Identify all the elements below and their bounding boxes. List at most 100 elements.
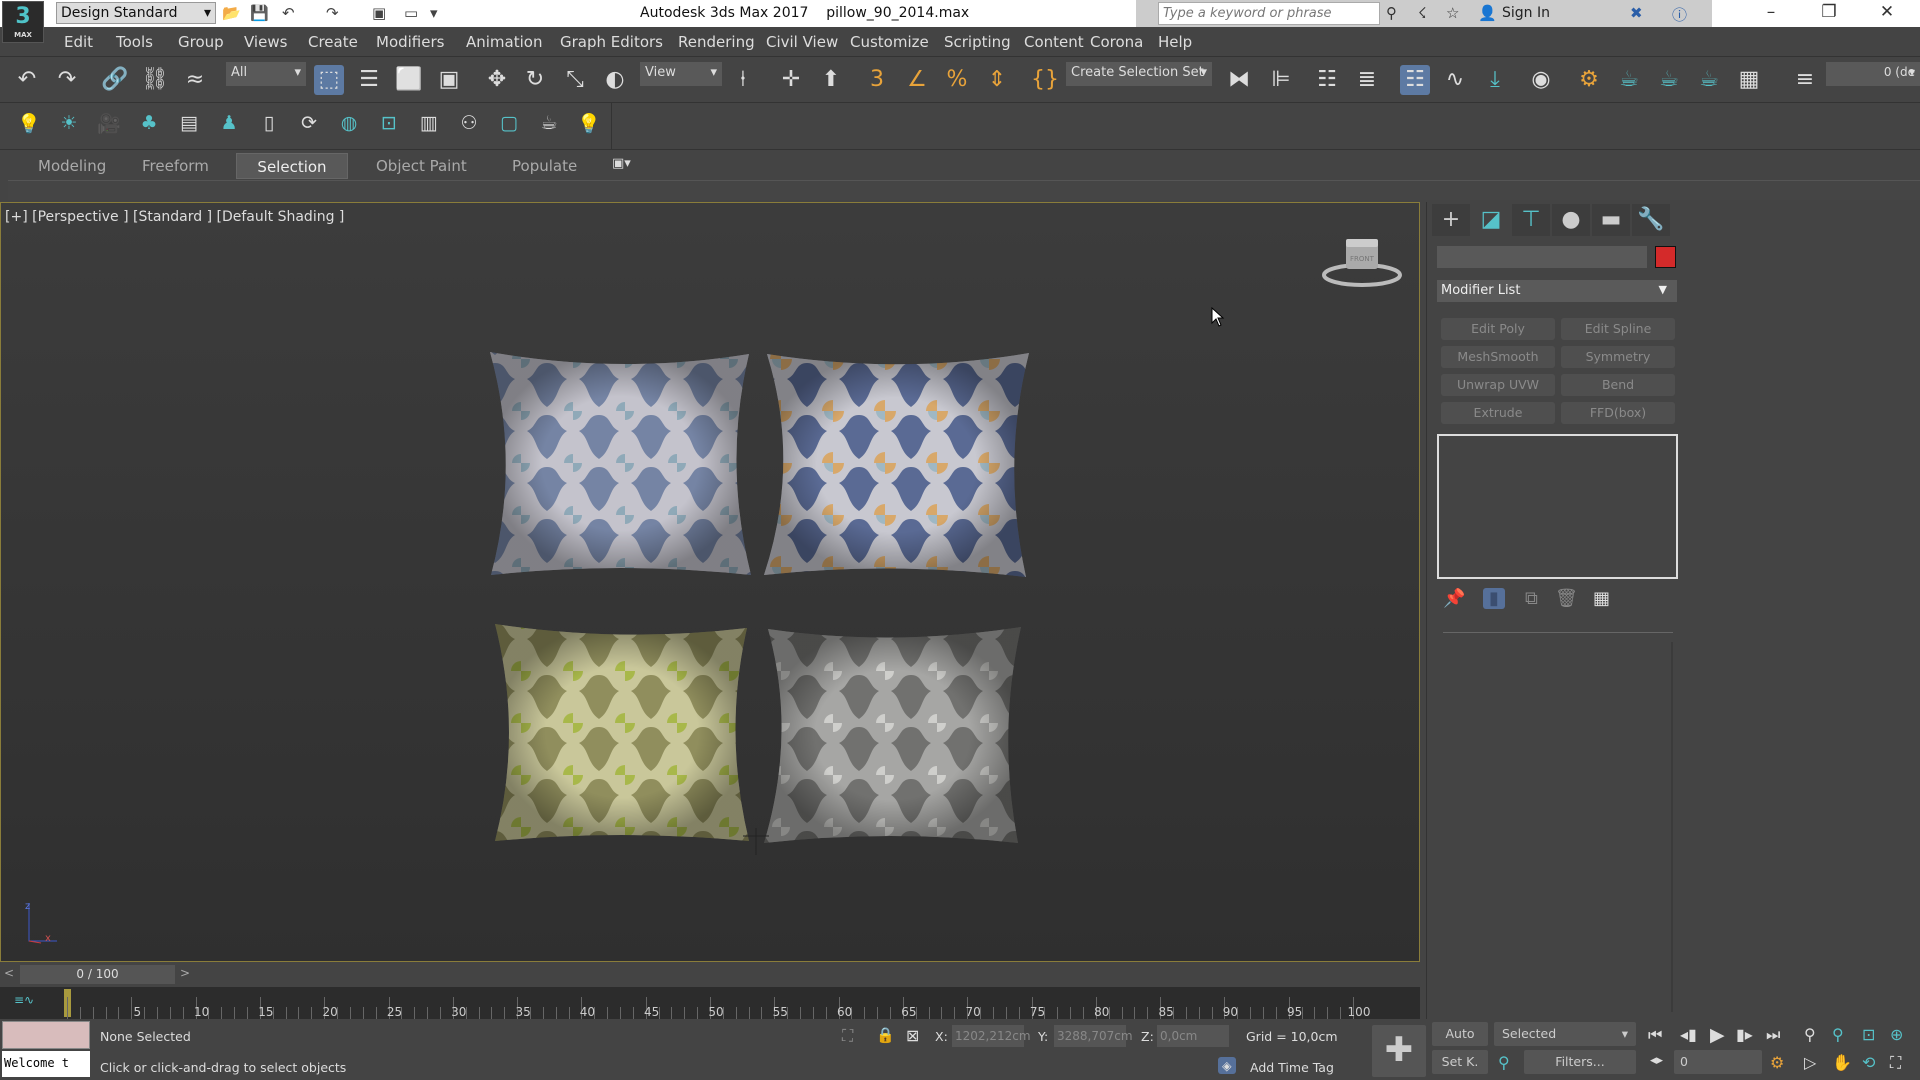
- menu-modifiers[interactable]: Modifiers: [376, 33, 444, 51]
- modify-tab-icon[interactable]: ◪: [1472, 204, 1510, 236]
- lock-selection-icon[interactable]: 🔒: [876, 1026, 895, 1044]
- search-input[interactable]: Type a keyword or phrase: [1158, 2, 1380, 25]
- placement-icon[interactable]: ◐: [600, 65, 630, 95]
- set-key-icon[interactable]: ✚: [1372, 1025, 1426, 1077]
- select-by-name-icon[interactable]: ☰: [354, 65, 384, 95]
- perspective-viewport[interactable]: [+] [Perspective ] [Standard ] [Default …: [0, 202, 1420, 962]
- workspace-dropdown[interactable]: Design Standard ▾: [56, 2, 216, 24]
- undo-icon[interactable]: ↶: [12, 65, 42, 95]
- menu-corona[interactable]: Corona: [1090, 33, 1143, 51]
- move-icon[interactable]: ✥: [482, 65, 512, 95]
- modifier-list-dropdown[interactable]: Modifier List: [1437, 280, 1677, 302]
- tab-freeform[interactable]: Freeform: [130, 153, 221, 179]
- communication-icon[interactable]: ☇: [1418, 4, 1427, 22]
- menu-civil-view[interactable]: Civil View: [766, 33, 838, 51]
- material-editor-icon[interactable]: ◉: [1526, 65, 1556, 95]
- isolate-selection-icon[interactable]: ⛶: [842, 1026, 853, 1046]
- y-coordinate-field[interactable]: 3288,707cm: [1054, 1025, 1133, 1047]
- menu-tools[interactable]: Tools: [116, 33, 153, 51]
- close-button[interactable]: ✕: [1864, 2, 1910, 22]
- track-bar[interactable]: ≡∿ 5 10 15 20 25 30 35 40 45 50 55 60 65 70 75 80 85 90 95…: [0, 987, 1420, 1019]
- edit-spline-button[interactable]: Edit Spline: [1561, 318, 1675, 340]
- auto-key-button[interactable]: Auto: [1432, 1022, 1488, 1046]
- teapot-icon[interactable]: ☕: [536, 112, 562, 140]
- x-coordinate-field[interactable]: 1202,212cm: [952, 1025, 1031, 1047]
- render-in-cloud-icon[interactable]: ▦: [1734, 65, 1764, 95]
- reference-coordinate-dropdown[interactable]: View: [640, 62, 722, 86]
- layer-explorer-icon[interactable]: ≣: [1352, 65, 1382, 95]
- utilities-tab-icon[interactable]: 🔧: [1632, 204, 1670, 236]
- go-to-start-icon[interactable]: ⏮: [1648, 1025, 1662, 1045]
- display-tab-icon[interactable]: ▬: [1592, 204, 1630, 236]
- exchange-icon[interactable]: ✖: [1630, 4, 1643, 22]
- key-mode-toggle-icon[interactable]: ◂▸: [1650, 1053, 1663, 1068]
- minimize-button[interactable]: –: [1748, 2, 1794, 22]
- customize-quickaccess-icon[interactable]: ▾: [430, 4, 438, 22]
- render-setup-icon[interactable]: ⚙: [1574, 65, 1604, 95]
- open-icon[interactable]: 📂: [222, 4, 241, 22]
- time-configuration-icon[interactable]: ⚙: [1770, 1053, 1784, 1072]
- pillow-grey[interactable]: [764, 627, 1021, 843]
- zoom-extents-all-icon[interactable]: ⊕: [1890, 1025, 1903, 1044]
- configure-modifier-sets-icon[interactable]: ▦: [1593, 588, 1610, 609]
- motion-tab-icon[interactable]: ●: [1552, 204, 1590, 236]
- edit-poly-button[interactable]: Edit Poly: [1441, 318, 1555, 340]
- bulb-icon[interactable]: 💡: [576, 112, 602, 140]
- ribbon-toggle-icon[interactable]: ☷: [1400, 65, 1430, 95]
- select-manipulate-icon[interactable]: ✛: [776, 65, 806, 95]
- previous-frame-icon[interactable]: ◂▮: [1680, 1025, 1697, 1044]
- restore-button[interactable]: ❐: [1806, 2, 1852, 22]
- add-time-tag[interactable]: Add Time Tag: [1250, 1060, 1334, 1075]
- render-production-icon[interactable]: ☕: [1654, 65, 1684, 95]
- percent-snap-icon[interactable]: %: [942, 65, 972, 95]
- pillow-green[interactable]: [495, 624, 749, 841]
- key-mode-icon[interactable]: ⚲: [1498, 1053, 1510, 1072]
- play-icon[interactable]: ▶: [1710, 1024, 1725, 1046]
- tab-populate[interactable]: Populate: [500, 153, 589, 179]
- globe-icon[interactable]: ◍: [336, 112, 362, 140]
- menu-views[interactable]: Views: [244, 33, 287, 51]
- maxscript-listener-mini[interactable]: [2, 1021, 90, 1049]
- menu-customize[interactable]: Customize: [850, 33, 929, 51]
- snaps-toggle-icon[interactable]: 3: [862, 65, 892, 95]
- selection-filter-dropdown[interactable]: All: [226, 62, 306, 86]
- scene-explorer-icon[interactable]: ☷: [1312, 65, 1342, 95]
- link-icon[interactable]: 🔗: [100, 65, 130, 95]
- object-name-field[interactable]: [1437, 246, 1647, 268]
- remove-modifier-icon[interactable]: 🗑: [1555, 588, 1578, 609]
- tab-object-paint[interactable]: Object Paint: [364, 153, 479, 179]
- edit-named-selection-icon[interactable]: {}: [1030, 65, 1060, 95]
- show-end-result-icon[interactable]: ▮: [1483, 588, 1505, 609]
- curve-editor-icon[interactable]: ∿: [1440, 65, 1470, 95]
- absolute-mode-icon[interactable]: ⊠: [906, 1026, 919, 1045]
- extrude-button[interactable]: Extrude: [1441, 402, 1555, 424]
- light-icon[interactable]: 💡: [16, 112, 42, 140]
- zoom-all-icon[interactable]: ⚲: [1832, 1025, 1844, 1044]
- menu-animation[interactable]: Animation: [466, 33, 542, 51]
- align-icon[interactable]: ⊫: [1266, 65, 1296, 95]
- panel-icon[interactable]: ▥: [416, 112, 442, 140]
- menu-create[interactable]: Create: [308, 33, 358, 51]
- tree-icon[interactable]: ♣: [136, 112, 162, 140]
- menu-content[interactable]: Content: [1024, 33, 1084, 51]
- object-color-swatch[interactable]: [1655, 246, 1676, 268]
- prev-frame-button[interactable]: <: [4, 966, 14, 980]
- pillow-blue-orange[interactable]: [764, 353, 1029, 577]
- angle-snap-icon[interactable]: ∠: [902, 65, 932, 95]
- time-tag-icon[interactable]: ◈: [1218, 1057, 1236, 1074]
- people-icon[interactable]: ⚇: [456, 112, 482, 140]
- unlink-icon[interactable]: ⛓: [140, 65, 170, 95]
- time-slider-thumb[interactable]: 0 / 100: [20, 965, 175, 984]
- pin-stack-icon[interactable]: 📌: [1443, 588, 1465, 609]
- modifier-stack[interactable]: [1437, 434, 1678, 579]
- frame-icon[interactable]: ⊡: [376, 112, 402, 140]
- ribbon-options-icon[interactable]: ▣▾: [612, 156, 631, 171]
- zoom-extents-icon[interactable]: ⊡: [1862, 1025, 1875, 1044]
- favorites-star-icon[interactable]: ☆: [1446, 4, 1459, 22]
- menu-group[interactable]: Group: [178, 33, 224, 51]
- sign-in-link[interactable]: Sign In: [1502, 5, 1550, 21]
- next-frame-icon[interactable]: ▮▸: [1736, 1025, 1753, 1044]
- undo-icon[interactable]: ↶: [282, 4, 295, 22]
- spinner-snap-icon[interactable]: ⇕: [982, 65, 1012, 95]
- time-slider[interactable]: < 0 / 100 >: [0, 963, 1420, 987]
